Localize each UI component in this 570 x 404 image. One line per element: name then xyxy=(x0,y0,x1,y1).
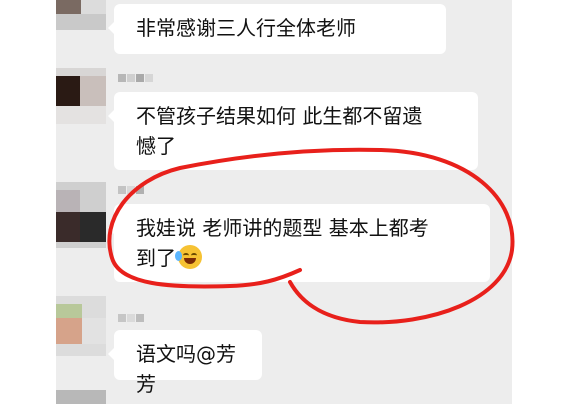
message-text: 非常感谢三人行全体老师 xyxy=(136,16,356,40)
message-text-line: 憾了 xyxy=(136,134,176,158)
avatar[interactable] xyxy=(56,0,106,30)
message-text-line: 到了 xyxy=(136,246,176,270)
message-bubble[interactable]: 语文吗@芳芳 xyxy=(108,330,262,396)
message-text-line: 不管孩子结果如何 此生都不留遗 xyxy=(136,104,423,128)
avatar[interactable] xyxy=(56,390,106,404)
message-bubble[interactable]: 不管孩子结果如何 此生都不留遗 憾了 xyxy=(108,92,478,170)
chat-area: 非常感谢三人行全体老师 不管孩子结果如何 此生都不留遗 憾了 我娃说 老师讲的题… xyxy=(56,0,512,404)
message-text-line: 我娃说 老师讲的题型 基本上都考 xyxy=(136,216,429,240)
avatar[interactable] xyxy=(56,182,106,248)
laughing-crying-emoji-icon xyxy=(175,245,202,269)
message-bubble[interactable]: 非常感谢三人行全体老师 xyxy=(108,4,446,54)
avatar[interactable] xyxy=(56,68,106,124)
message-text: 语文吗@芳芳 xyxy=(136,342,236,396)
avatar[interactable] xyxy=(56,296,106,356)
message-bubble[interactable]: 我娃说 老师讲的题型 基本上都考 到了 xyxy=(108,204,490,282)
